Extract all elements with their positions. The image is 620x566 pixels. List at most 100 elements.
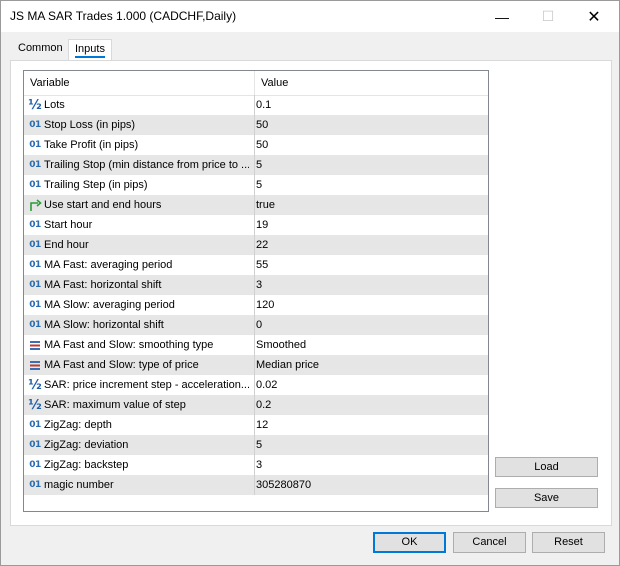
variable-name: ZigZag: backstep <box>44 459 129 471</box>
variable-value[interactable]: true <box>256 195 476 215</box>
dialog-window: JS MA SAR Trades 1.000 (CADCHF,Daily) — … <box>0 0 620 566</box>
table-row[interactable]: 01 Trailing Step (in pips) 5 <box>24 175 488 195</box>
title-bar[interactable]: JS MA SAR Trades 1.000 (CADCHF,Daily) — … <box>1 1 619 32</box>
variable-name: Lots <box>44 99 65 111</box>
variable-value[interactable]: 5 <box>256 435 476 455</box>
integer-icon: 01 <box>29 320 41 330</box>
integer-icon: 01 <box>29 120 41 130</box>
bool-arrow-icon <box>28 195 42 215</box>
variable-value[interactable]: Median price <box>256 355 476 375</box>
close-icon[interactable]: ✕ <box>571 1 617 32</box>
fraction-icon: ½ <box>28 377 42 393</box>
variable-name: MA Fast and Slow: type of price <box>44 359 199 371</box>
column-divider <box>254 415 255 435</box>
variable-value[interactable]: 0.02 <box>256 375 476 395</box>
variable-value[interactable]: 50 <box>256 115 476 135</box>
variable-value[interactable]: 3 <box>256 275 476 295</box>
table-row[interactable]: 01 MA Fast: averaging period 55 <box>24 255 488 275</box>
inputs-panel: Variable Value ½ Lots 0.1 01 Stop Loss (in p… <box>10 60 612 526</box>
table-row[interactable]: 01 MA Slow: averaging period 120 <box>24 295 488 315</box>
column-header-variable[interactable]: Variable <box>24 71 255 95</box>
cancel-button[interactable]: Cancel <box>453 532 526 553</box>
tab-inputs[interactable]: Inputs <box>68 39 112 61</box>
table-row[interactable]: 01 Trailing Stop (min distance from price… <box>24 155 488 175</box>
load-button[interactable]: Load <box>495 457 598 477</box>
variable-value[interactable]: 19 <box>256 215 476 235</box>
integer-icon: 01 <box>29 280 41 290</box>
column-divider <box>254 255 255 275</box>
variable-name: Use start and end hours <box>44 199 162 211</box>
tab-bar: Common Inputs <box>10 39 610 61</box>
table-row[interactable]: 01 magic number 305280870 <box>24 475 488 495</box>
column-divider <box>254 95 255 115</box>
variable-name: ZigZag: depth <box>44 419 112 431</box>
variable-name: MA Fast: horizontal shift <box>44 279 162 291</box>
table-row[interactable]: 01 ZigZag: backstep 3 <box>24 455 488 475</box>
variable-name: End hour <box>44 239 89 251</box>
variable-value[interactable]: 0.1 <box>256 95 476 115</box>
variable-value[interactable]: 3 <box>256 455 476 475</box>
table-row[interactable]: MA Fast and Slow: smoothing type Smoothed <box>24 335 488 355</box>
table-row[interactable]: 01 MA Fast: horizontal shift 3 <box>24 275 488 295</box>
grid-rows: ½ Lots 0.1 01 Stop Loss (in pips) 50 01 Take Pr… <box>24 95 488 495</box>
table-row[interactable]: 01 End hour 22 <box>24 235 488 255</box>
variable-value[interactable]: 0 <box>256 315 476 335</box>
fraction-icon: ½ <box>28 397 42 413</box>
column-divider <box>254 435 255 455</box>
integer-icon: 01 <box>29 440 41 450</box>
column-divider <box>254 295 255 315</box>
variable-value[interactable]: 5 <box>256 155 476 175</box>
column-divider <box>254 355 255 375</box>
variable-name: SAR: maximum value of step <box>44 399 186 411</box>
table-row[interactable]: 01 ZigZag: deviation 5 <box>24 435 488 455</box>
table-row[interactable]: 01 Take Profit (in pips) 50 <box>24 135 488 155</box>
variable-name: MA Slow: horizontal shift <box>44 319 164 331</box>
variable-name: SAR: price increment step - acceleration… <box>44 379 249 391</box>
column-divider <box>254 315 255 335</box>
table-row[interactable]: ½ Lots 0.1 <box>24 95 488 115</box>
variable-value[interactable]: 22 <box>256 235 476 255</box>
ok-button[interactable]: OK <box>373 532 446 553</box>
variable-value[interactable]: 55 <box>256 255 476 275</box>
variable-value[interactable]: 0.2 <box>256 395 476 415</box>
column-divider <box>254 215 255 235</box>
table-row[interactable]: ½ SAR: price increment step - acceleratio… <box>24 375 488 395</box>
integer-icon: 01 <box>29 420 41 430</box>
reset-button[interactable]: Reset <box>532 532 605 553</box>
enum-icon <box>28 335 42 355</box>
variable-value[interactable]: 5 <box>256 175 476 195</box>
table-row[interactable]: Use start and end hours true <box>24 195 488 215</box>
variable-value[interactable]: Smoothed <box>256 335 476 355</box>
integer-icon: 01 <box>29 460 41 470</box>
integer-icon: 01 <box>29 480 41 490</box>
variable-value[interactable]: 50 <box>256 135 476 155</box>
variable-value[interactable]: 12 <box>256 415 476 435</box>
column-divider <box>254 135 255 155</box>
integer-icon: 01 <box>29 140 41 150</box>
variable-value[interactable]: 305280870 <box>256 475 476 495</box>
table-row[interactable]: 01 Stop Loss (in pips) 50 <box>24 115 488 135</box>
variable-value[interactable]: 120 <box>256 295 476 315</box>
variable-name: MA Slow: averaging period <box>44 299 175 311</box>
column-divider <box>254 335 255 355</box>
integer-icon: 01 <box>29 260 41 270</box>
table-row[interactable]: 01 ZigZag: depth 12 <box>24 415 488 435</box>
variable-name: Take Profit (in pips) <box>44 139 139 151</box>
parameters-grid[interactable]: Variable Value ½ Lots 0.1 01 Stop Loss (in p… <box>23 70 489 512</box>
table-row[interactable]: 01 Start hour 19 <box>24 215 488 235</box>
table-row[interactable]: MA Fast and Slow: type of price Median pr… <box>24 355 488 375</box>
tab-common[interactable]: Common <box>16 39 65 59</box>
integer-icon: 01 <box>29 180 41 190</box>
column-header-value[interactable]: Value <box>255 71 487 95</box>
column-divider <box>254 235 255 255</box>
integer-icon: 01 <box>29 240 41 250</box>
save-button[interactable]: Save <box>495 488 598 508</box>
variable-name: MA Fast and Slow: smoothing type <box>44 339 214 351</box>
table-row[interactable]: 01 MA Slow: horizontal shift 0 <box>24 315 488 335</box>
column-divider <box>254 275 255 295</box>
minimize-icon[interactable]: — <box>479 1 525 32</box>
integer-icon: 01 <box>29 220 41 230</box>
table-row[interactable]: ½ SAR: maximum value of step 0.2 <box>24 395 488 415</box>
integer-icon: 01 <box>29 160 41 170</box>
column-divider <box>254 395 255 415</box>
